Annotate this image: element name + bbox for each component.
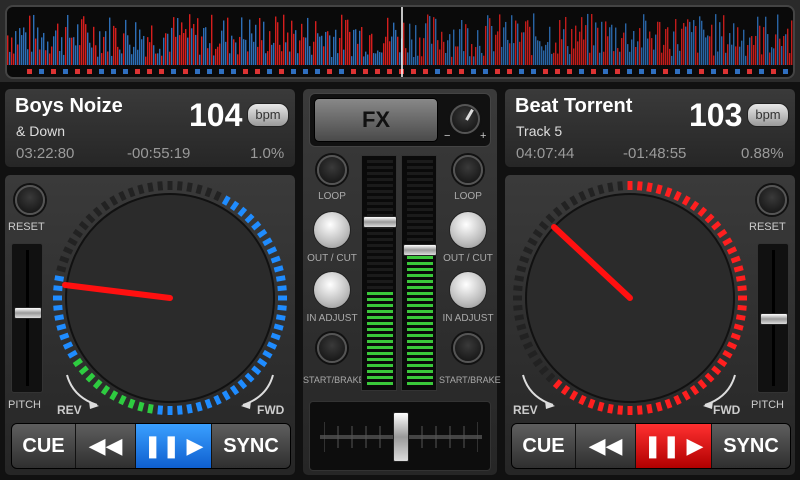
- play-pause-icon: ❚❚ ▶: [143, 433, 204, 458]
- deck-left-play-pause-button[interactable]: ❚❚ ▶: [136, 424, 212, 468]
- deck-left-track: & Down: [16, 123, 66, 139]
- crossfader[interactable]: [309, 401, 491, 471]
- deck-left-reset-knob[interactable]: [15, 185, 45, 215]
- deck-right-pitch-percent: 0.88%: [741, 145, 784, 162]
- deck-left-bpm: 104: [189, 97, 243, 133]
- deck-right-controls: RESET PITCH REV FWD CUE ◀◀ ❚❚ ▶ SYNC: [504, 174, 796, 476]
- mixer-left-vu-meter: [367, 160, 393, 385]
- mixer-left-in-adjust-label: IN ADJUST: [306, 313, 358, 324]
- deck-right-artist: Beat Torrent: [515, 95, 633, 117]
- mixer-left-out-cut-button[interactable]: [313, 211, 351, 249]
- deck-right-elapsed: 04:07:44: [516, 145, 575, 162]
- fx-minus-label: −: [444, 130, 451, 142]
- fx-knob[interactable]: [450, 104, 480, 134]
- deck-right-bpm: 103: [689, 97, 743, 133]
- play-pause-icon: ❚❚ ▶: [643, 433, 704, 458]
- waveform-graph[interactable]: [7, 7, 795, 79]
- deck-left-transport: CUE ◀◀ ❚❚ ▶ SYNC: [11, 423, 291, 469]
- mixer-right-loop-knob[interactable]: [453, 155, 483, 185]
- deck-left-controls: RESET PITCH REV FWD CUE ◀◀ ❚❚ ▶ SYNC: [4, 174, 296, 476]
- mixer-right-in-adjust-label: IN ADJUST: [442, 313, 494, 324]
- rewind-icon: ◀◀: [88, 433, 123, 458]
- deck-left-pitch-handle[interactable]: [14, 306, 42, 319]
- deck-left-pitch-percent: 1.0%: [250, 145, 285, 162]
- deck-right-reset-label: RESET: [749, 221, 786, 233]
- mixer-left-volume-fader[interactable]: [361, 155, 397, 391]
- deck-left-fwd-label: FWD: [257, 403, 285, 417]
- rewind-icon: ◀◀: [588, 433, 623, 458]
- fx-button[interactable]: FX: [314, 98, 438, 142]
- fx-section: FX − +: [309, 93, 491, 147]
- deck-left-artist: Boys Noize: [15, 95, 123, 117]
- deck-right-reset-knob[interactable]: [757, 185, 787, 215]
- mixer-left-loop-label: LOOP: [318, 191, 346, 202]
- deck-left-reset-label: RESET: [8, 221, 45, 233]
- deck-right-info: Beat Torrent Track 5 103 bpm 04:07:44 -0…: [504, 88, 796, 168]
- deck-left-rev-label: REV: [57, 403, 82, 417]
- mixer-left-loop-knob[interactable]: [317, 155, 347, 185]
- deck-left-elapsed: 03:22:80: [16, 145, 75, 162]
- deck-right-pitch-handle[interactable]: [760, 313, 788, 325]
- deck-left-pitch-slider[interactable]: [11, 243, 43, 393]
- deck-right-pitch-label: PITCH: [751, 399, 784, 411]
- deck-right-play-pause-button[interactable]: ❚❚ ▶: [636, 424, 712, 468]
- mixer-left-out-cut-label: OUT / CUT: [307, 253, 357, 264]
- deck-right-rev-label: REV: [513, 403, 538, 417]
- deck-right-sync-button[interactable]: SYNC: [712, 424, 790, 468]
- mixer-right-start-brake-label: START/BRAKE: [439, 375, 501, 385]
- deck-right-cue-button[interactable]: CUE: [512, 424, 576, 468]
- deck-left-remaining: -00:55:19: [127, 145, 191, 162]
- deck-right-remaining: -01:48:55: [623, 145, 687, 162]
- crossfader-handle[interactable]: [393, 412, 409, 462]
- deck-right-fwd-label: FWD: [713, 403, 741, 417]
- mixer-panel: FX − + LOOP OUT / CUT IN ADJUST START/BR…: [302, 88, 501, 476]
- deck-left-info: Boys Noize & Down 104 bpm 03:22:80 -00:5…: [4, 88, 296, 168]
- deck-right-transport: CUE ◀◀ ❚❚ ▶ SYNC: [511, 423, 791, 469]
- deck-right-rewind-button[interactable]: ◀◀: [576, 424, 636, 468]
- deck-left-bpm-badge[interactable]: bpm: [247, 103, 289, 127]
- deck-right-bpm-badge[interactable]: bpm: [747, 103, 789, 127]
- mixer-right-start-brake-knob[interactable]: [453, 333, 483, 363]
- waveform-overview[interactable]: [0, 0, 800, 84]
- deck-left-cue-button[interactable]: CUE: [12, 424, 76, 468]
- mixer-right-volume-fader[interactable]: [401, 155, 437, 391]
- deck-right-pitch-slider[interactable]: [757, 243, 789, 393]
- mixer-left-in-adjust-button[interactable]: [313, 271, 351, 309]
- deck-right-track: Track 5: [516, 123, 563, 139]
- mixer-right-out-cut-label: OUT / CUT: [443, 253, 493, 264]
- mixer-right-in-adjust-button[interactable]: [449, 271, 487, 309]
- deck-left-pitch-label: PITCH: [8, 399, 41, 411]
- mixer-left-volume-handle[interactable]: [363, 216, 397, 229]
- deck-left-rewind-button[interactable]: ◀◀: [76, 424, 136, 468]
- mixer-right-loop-label: LOOP: [454, 191, 482, 202]
- mixer-left-start-brake-knob[interactable]: [317, 333, 347, 363]
- mixer-left-start-brake-label: START/BRAKE: [303, 375, 365, 385]
- mixer-right-vu-meter: [407, 160, 433, 385]
- mixer-right-volume-handle[interactable]: [403, 244, 437, 257]
- mixer-right-out-cut-button[interactable]: [449, 211, 487, 249]
- deck-left-sync-button[interactable]: SYNC: [212, 424, 290, 468]
- fx-plus-label: +: [480, 130, 487, 142]
